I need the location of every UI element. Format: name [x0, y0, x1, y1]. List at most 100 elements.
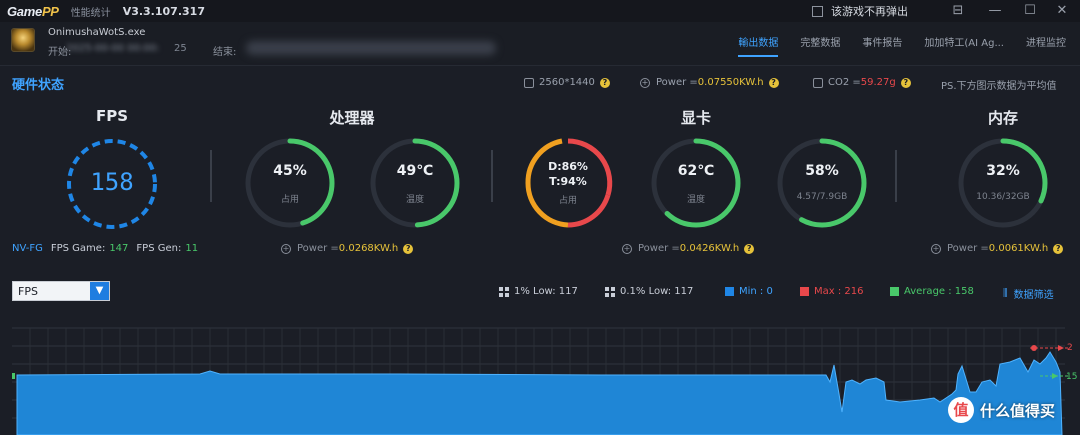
fps-game-value: 147 — [109, 243, 129, 254]
section-title-fps: FPS — [95, 107, 129, 125]
tab-event-report[interactable]: 事件报告 — [862, 34, 902, 57]
metric-select[interactable]: FPS ▼ — [12, 281, 110, 301]
help-icon[interactable]: ? — [768, 77, 779, 88]
low-01pct-stat: 0.1% Low: 117 — [605, 286, 693, 297]
help-icon[interactable]: ? — [900, 77, 911, 88]
app-name: 性能统计 — [70, 7, 111, 19]
tab-output-data[interactable]: 輸出数据 — [738, 34, 779, 57]
plug-icon: + — [640, 77, 650, 88]
legend-average-swatch — [890, 287, 899, 296]
app-version: V3.3.107.317 — [122, 4, 205, 18]
legend-average-text: Average : 158 — [904, 286, 974, 297]
legend-min[interactable]: Min : 0 — [725, 286, 773, 297]
logo-pp-text: PP — [41, 3, 59, 19]
tab-full-data[interactable]: 完整数据 — [800, 34, 840, 57]
factory-icon — [813, 77, 823, 88]
gpu-temp-label: 温度 — [686, 195, 705, 205]
fps-graph[interactable]: 2 15 — [0, 322, 1080, 435]
gpu-power: + Power = 0.0426KW.h ? — [622, 243, 755, 254]
app-logo: GamePP — [7, 4, 59, 19]
cpu-power: + Power = 0.0268KW.h ? — [281, 243, 414, 254]
minimize-button[interactable]: — — [985, 1, 1005, 21]
memory-power-label: Power = — [947, 243, 989, 254]
gpu-temp-gauge: 62℃ 温度 — [650, 137, 742, 229]
end-time-value-redacted — [246, 41, 496, 55]
grid-icon — [499, 286, 509, 297]
help-icon[interactable]: ? — [1053, 243, 1064, 254]
help-icon[interactable]: ? — [744, 243, 755, 254]
watermark-logo: 值 — [948, 397, 974, 423]
cpu-temp-ring — [370, 138, 460, 228]
co2-info: CO2 = 59.27g ? — [813, 77, 911, 88]
data-filter-label: 数据筛选 — [1013, 290, 1054, 301]
section-divider — [895, 150, 897, 202]
close-button[interactable]: ✕ — [1052, 1, 1072, 21]
low-1pct-text: 1% Low: 117 — [514, 286, 578, 297]
help-icon[interactable]: ? — [403, 243, 414, 254]
gpu-temp-ring — [651, 138, 741, 228]
memory-usage-label: 10.36/32GB — [976, 192, 1030, 202]
gpu-usage-label: 占用 — [558, 196, 577, 206]
cpu-usage-label: 占用 — [280, 195, 299, 205]
average-tick-label: 15 — [1066, 372, 1077, 382]
max-tick-label: 2 — [1067, 343, 1073, 353]
legend-max-swatch — [800, 287, 809, 296]
data-filter-button[interactable]: ⫼ 数据筛选 — [1003, 286, 1054, 301]
gpu-vram-gauge: 58% 4.57/7.9GB — [776, 137, 868, 229]
total-power-info: + Power = 0.07550KW.h ? — [640, 77, 779, 88]
max-marker — [1031, 345, 1037, 351]
cpu-power-label: Power = — [297, 243, 339, 254]
gpu-vram-label: 4.57/7.9GB — [796, 192, 848, 202]
section-title-memory: 内存 — [987, 109, 1019, 127]
cpu-power-value: 0.0268KW.h — [338, 243, 399, 254]
section-title-cpu: 处理器 — [329, 109, 375, 127]
title-bar: GamePP 性能统计 V3.3.107.317 该游戏不再弹出 ⊟ — ☐ ✕ — [0, 0, 1080, 22]
help-icon[interactable]: ? — [599, 77, 610, 88]
memory-usage-value: 32% — [986, 163, 1020, 179]
cpu-temp-label: 温度 — [405, 195, 424, 205]
start-marker — [12, 373, 15, 379]
legend-min-text: Min : 0 — [739, 286, 773, 297]
tab-ai-agent[interactable]: 加加特工(AI Ag... — [924, 34, 1004, 57]
co2-value: 59.27g — [860, 77, 896, 88]
chevron-down-icon[interactable]: ▼ — [90, 282, 109, 300]
hardware-status-title: 硬件状态 — [12, 78, 65, 93]
tab-bar: 輸出数据 完整数据 事件报告 加加特工(AI Ag... 进程监控 — [716, 34, 1066, 57]
gpu-usage-gauge: D:86% T:94% 占用 — [520, 137, 616, 229]
legend-average[interactable]: Average : 158 — [890, 286, 974, 297]
gpu-usage-d-value: D:86% — [548, 160, 588, 173]
gpu-temp-value: 62℃ — [677, 163, 715, 179]
pin-icon[interactable]: ⊟ — [948, 1, 968, 21]
cpu-usage-gauge: 45% 占用 — [244, 137, 336, 229]
no-popup-checkbox[interactable] — [812, 5, 823, 17]
gpu-power-value: 0.0426KW.h — [679, 243, 740, 254]
no-popup-option[interactable]: 该游戏不再弹出 — [812, 3, 908, 19]
resolution-info: 2560*1440 ? — [524, 77, 610, 88]
legend-max[interactable]: Max : 216 — [800, 286, 864, 297]
cpu-usage-ring — [245, 138, 335, 228]
section-divider — [491, 150, 493, 202]
section-title-gpu: 显卡 — [680, 109, 712, 127]
fps-gen-value: 11 — [185, 243, 199, 254]
monitor-icon — [524, 77, 534, 88]
logo-game-text: Game — [7, 3, 42, 19]
watermark: 值 什么值得买 — [948, 397, 1055, 423]
memory-usage-ring — [958, 138, 1048, 228]
metric-select-value: FPS — [18, 284, 38, 298]
gpu-usage-t-value: T:94% — [549, 175, 587, 188]
tab-process-monitor[interactable]: 进程监控 — [1026, 34, 1066, 57]
session-bar: OnimushaWotS.exe 开始: 2025-00-00 00:00: 2… — [0, 22, 1080, 66]
end-time-label: 结束: — [213, 47, 237, 58]
section-divider — [210, 150, 212, 202]
resolution-value: 2560*1440 — [539, 77, 595, 88]
nv-fg-label: NV-FG — [12, 243, 43, 254]
plug-icon: + — [281, 243, 291, 254]
cpu-usage-value: 45% — [273, 163, 307, 179]
gpu-power-label: Power = — [638, 243, 680, 254]
maximize-button[interactable]: ☐ — [1020, 1, 1040, 21]
filter-icon: ⫼ — [1003, 288, 1008, 299]
fps-gauge-value: 158 — [90, 168, 134, 196]
total-power-label: Power = — [656, 77, 698, 88]
grid-icon — [605, 286, 615, 297]
game-icon — [11, 28, 35, 52]
